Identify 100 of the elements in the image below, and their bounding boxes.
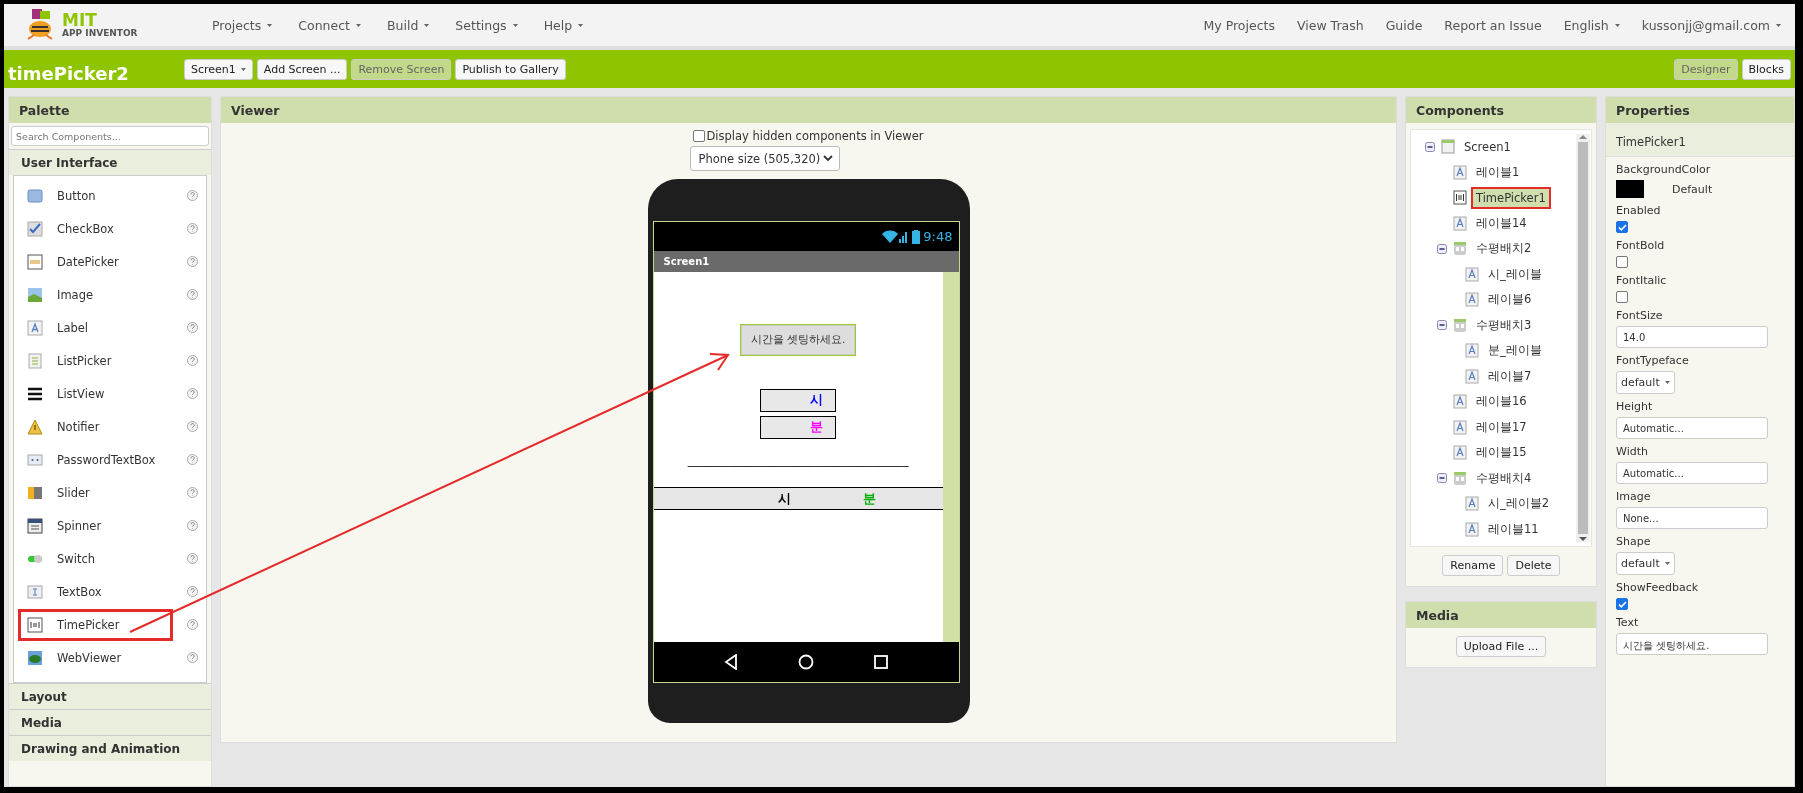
help-icon[interactable] xyxy=(187,421,198,432)
property-label: Text xyxy=(1616,616,1640,629)
checkbox[interactable] xyxy=(1616,291,1628,303)
home-icon[interactable] xyxy=(798,654,814,670)
help-icon[interactable] xyxy=(187,256,198,267)
help-icon[interactable] xyxy=(187,289,198,300)
scroll-up-icon[interactable] xyxy=(1579,134,1587,140)
palette-item[interactable]: TimePicker xyxy=(18,608,173,641)
help-icon[interactable] xyxy=(187,520,198,531)
tree-item[interactable]: 레이블15 xyxy=(1471,441,1532,465)
nav-link[interactable]: Guide xyxy=(1385,17,1423,33)
toolbar-button[interactable]: Publish to Gallery xyxy=(455,58,566,80)
phone-size-select[interactable]: Phone size (505,320) xyxy=(689,146,840,171)
property-field[interactable]: 시간을 셋팅하세요. xyxy=(1616,633,1768,655)
recent-apps-icon[interactable] xyxy=(874,655,889,669)
help-icon[interactable] xyxy=(187,487,198,498)
caret-icon xyxy=(240,67,246,71)
property-field[interactable]: 14.0 xyxy=(1616,326,1768,348)
collapse-icon[interactable] xyxy=(1437,320,1447,331)
palette-item[interactable]: Spinner xyxy=(18,509,173,542)
label-icon xyxy=(1453,215,1467,231)
help-icon[interactable] xyxy=(187,355,198,366)
nav-link[interactable]: View Trash xyxy=(1296,17,1364,33)
tree-item[interactable]: 수평배치3 xyxy=(1471,313,1537,337)
panel-title: Media xyxy=(1406,602,1596,628)
palette-item[interactable]: DatePicker xyxy=(18,245,173,278)
collapse-icon[interactable] xyxy=(1425,141,1435,152)
nav-link[interactable]: Report an Issue xyxy=(1444,17,1542,33)
tree-item[interactable]: 레이블16 xyxy=(1471,390,1532,414)
help-icon[interactable] xyxy=(187,223,198,234)
scrollbar[interactable] xyxy=(1576,134,1590,542)
upload-button[interactable]: Upload File ... xyxy=(1455,636,1547,657)
back-icon[interactable] xyxy=(723,654,738,670)
time-picker-button[interactable]: 시간을 셋팅하세요. xyxy=(740,324,856,356)
palette-item[interactable]: PasswordTextBox xyxy=(18,443,173,476)
property-field[interactable]: None... xyxy=(1616,507,1768,529)
palette-item[interactable]: Label xyxy=(18,311,173,344)
palette-item[interactable]: Slider xyxy=(18,476,173,509)
palette-item[interactable]: CheckBox xyxy=(18,212,173,245)
collapse-icon[interactable] xyxy=(1437,243,1447,254)
property-field[interactable]: Automatic... xyxy=(1616,417,1768,439)
section-header[interactable]: User Interface xyxy=(9,149,211,175)
tree-item[interactable]: 수평배치2 xyxy=(1471,237,1537,261)
checkbox[interactable] xyxy=(1616,256,1628,268)
nav-link[interactable]: Projects xyxy=(212,17,273,33)
property-field[interactable]: Automatic... xyxy=(1616,462,1768,484)
palette-item[interactable]: Button xyxy=(18,179,173,212)
help-icon[interactable] xyxy=(187,619,198,630)
help-icon[interactable] xyxy=(187,322,198,333)
help-icon[interactable] xyxy=(187,553,198,564)
toolbar-button[interactable]: Screen1 xyxy=(184,58,253,80)
tree-item[interactable]: TimePicker1 xyxy=(1471,186,1551,209)
palette-item[interactable]: WebViewer xyxy=(18,641,173,674)
tree-item[interactable]: 시_레이블2 xyxy=(1483,492,1555,516)
tree-item[interactable]: 레이블7 xyxy=(1483,364,1537,388)
section-header[interactable]: Drawing and Animation xyxy=(9,735,211,761)
nav-link[interactable]: kussonjj@gmail.com xyxy=(1641,17,1781,33)
mode-tab[interactable]: Blocks xyxy=(1741,58,1791,80)
tree-item[interactable]: 레이블6 xyxy=(1483,288,1537,312)
nav-link[interactable]: My Projects xyxy=(1203,17,1275,33)
palette-item[interactable]: Image xyxy=(18,278,173,311)
palette-item[interactable]: ListPicker xyxy=(18,344,173,377)
tree-item[interactable]: Screen1 xyxy=(1459,135,1516,158)
tree-item[interactable]: 수평배치4 xyxy=(1471,466,1537,490)
tree-item[interactable]: 시_레이블 xyxy=(1483,262,1547,286)
property-dropdown[interactable]: default xyxy=(1616,371,1675,394)
search-field[interactable]: Search Components... xyxy=(11,126,209,146)
section-header[interactable]: Layout xyxy=(9,683,211,709)
collapse-icon[interactable] xyxy=(1437,473,1447,484)
checkbox[interactable] xyxy=(1616,598,1628,610)
component-button[interactable]: Delete xyxy=(1507,555,1560,576)
help-icon[interactable] xyxy=(187,190,198,201)
nav-link[interactable]: English xyxy=(1563,17,1620,33)
nav-link[interactable]: Build xyxy=(386,17,430,33)
nav-link[interactable]: Settings xyxy=(455,17,518,33)
scroll-down-icon[interactable] xyxy=(1579,536,1587,542)
property-dropdown[interactable]: default xyxy=(1616,552,1675,575)
tree-item[interactable]: 레이블1 xyxy=(1471,160,1525,184)
tree-item[interactable]: 레이블14 xyxy=(1471,211,1532,235)
nav-link[interactable]: Connect xyxy=(298,17,361,33)
help-icon[interactable] xyxy=(187,652,198,663)
component-button[interactable]: Rename xyxy=(1442,555,1504,576)
help-icon[interactable] xyxy=(187,388,198,399)
checkbox[interactable] xyxy=(693,130,706,142)
tree-item[interactable]: 레이블11 xyxy=(1483,517,1544,541)
tree-item[interactable]: 분_레이블 xyxy=(1483,339,1547,363)
palette-item[interactable]: Notifier xyxy=(18,410,173,443)
section-header[interactable]: Media xyxy=(9,709,211,735)
help-icon[interactable] xyxy=(187,454,198,465)
color-swatch[interactable] xyxy=(1616,180,1644,198)
palette-item[interactable]: Switch xyxy=(18,542,173,575)
checkbox[interactable] xyxy=(1616,221,1628,233)
palette-item[interactable]: ListView xyxy=(18,377,173,410)
nav-link[interactable]: Help xyxy=(543,17,584,33)
help-icon[interactable] xyxy=(187,586,198,597)
toolbar-button[interactable]: Add Screen ... xyxy=(256,58,348,80)
caret-icon xyxy=(1776,23,1781,27)
mode-tab[interactable]: Designer xyxy=(1674,58,1738,80)
palette-item[interactable]: TextBox xyxy=(18,575,173,608)
tree-item[interactable]: 레이블17 xyxy=(1471,415,1532,439)
